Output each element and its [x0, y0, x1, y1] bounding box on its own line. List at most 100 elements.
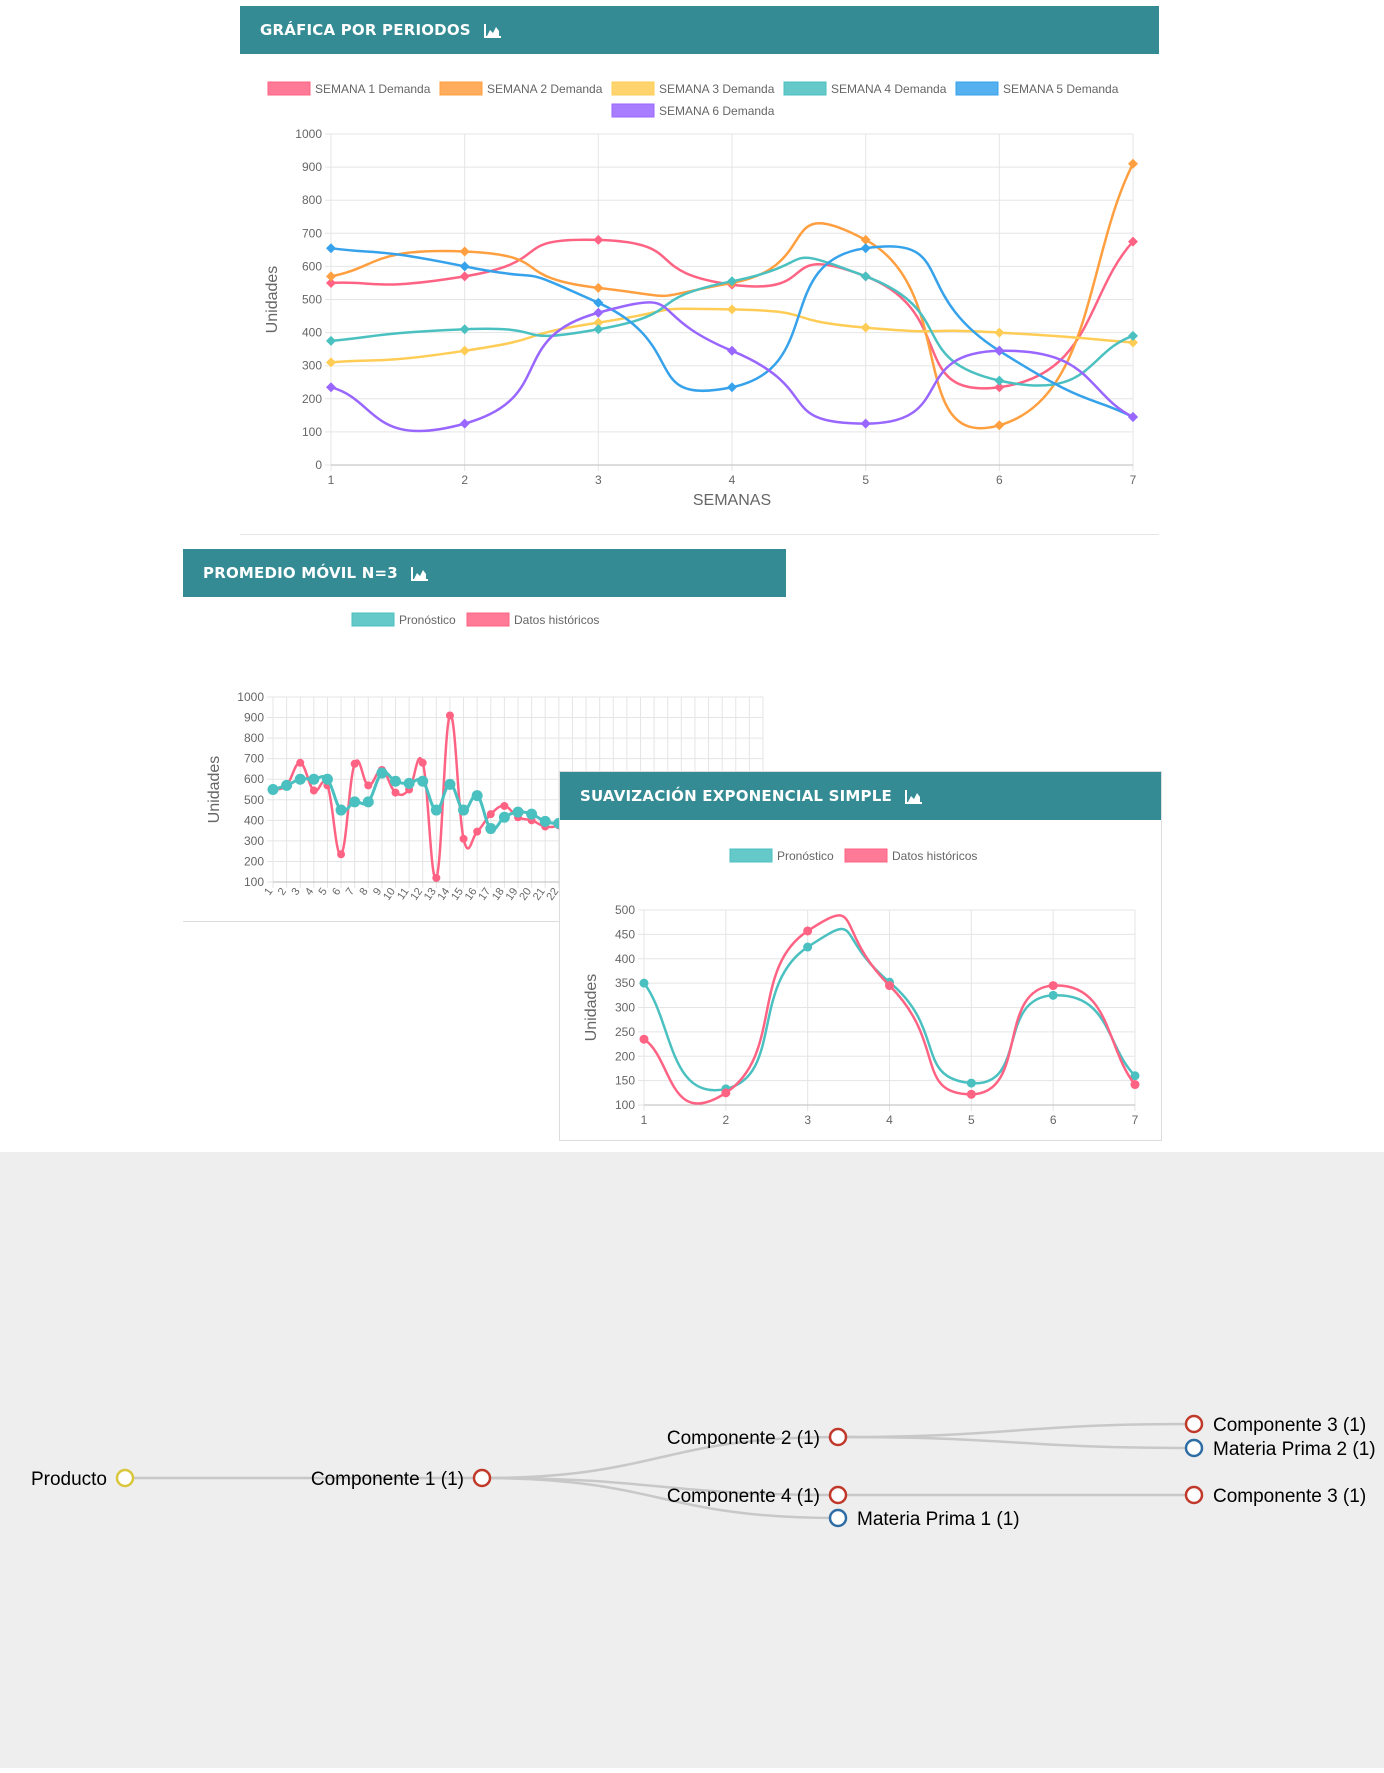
x-tick-label: 7: [1130, 473, 1137, 487]
legend-swatch: [611, 81, 655, 96]
data-point: [308, 773, 320, 785]
y-tick-label: 700: [302, 226, 322, 240]
y-tick-label: 700: [244, 752, 264, 766]
tree-link: [837, 1422, 1195, 1439]
chart-grid: 100 150 200 250 300 350 400 450 500 1 2 3 4 5 6 7: [615, 903, 1139, 1127]
x-tick-label: 5: [862, 473, 869, 487]
x-axis-title: DIAS: [871, 1138, 908, 1140]
legend-label: Pronóstico: [399, 613, 456, 627]
data-point: [459, 345, 470, 356]
node-label: Materia Prima 2 (1): [1213, 1439, 1376, 1460]
data-point: [326, 243, 336, 254]
movil-title: PROMEDIO MÓVIL N=3: [203, 564, 398, 582]
data-point: [727, 345, 737, 356]
data-point: [860, 322, 871, 333]
y-tick-label: 100: [244, 875, 264, 889]
data-point: [432, 873, 441, 882]
y-tick-label: 150: [615, 1074, 635, 1088]
data-point: [860, 243, 871, 254]
node-label: Componente 3 (1): [1213, 1415, 1366, 1436]
data-point: [966, 1078, 976, 1088]
suavizacion-panel: SUAVIZACIÓN EXPONENCIAL SIMPLE Pronóstic…: [559, 771, 1162, 1141]
data-point: [335, 804, 347, 816]
tree-node-c3b: Componente 3 (1): [1184, 1485, 1366, 1507]
tree-node-producto: Producto: [31, 1468, 135, 1490]
x-tick-label: 5: [968, 1113, 975, 1127]
y-tick-label: 800: [302, 193, 322, 207]
y-tick-label: 400: [244, 813, 264, 827]
data-point: [727, 382, 737, 393]
data-point: [860, 418, 871, 429]
node-circle-icon: [1184, 1414, 1204, 1434]
suavizacion-chart: Pronóstico Datos históricos 100 150 200 250 30…: [583, 848, 1140, 1140]
y-tick-label: 200: [615, 1049, 635, 1063]
periodos-panel: GRÁFICA POR PERIODOS SEMANA 1 Demanda SEM…: [240, 6, 1159, 535]
data-point: [350, 759, 359, 768]
x-tick-label: 4: [729, 473, 736, 487]
y-tick-label: 600: [244, 772, 264, 786]
data-point: [526, 808, 538, 820]
data-point: [994, 327, 1005, 338]
legend-swatch: [729, 848, 773, 863]
data-point: [1128, 412, 1138, 423]
x-tick-label: 3: [804, 1113, 811, 1127]
chart-legend: Pronóstico Datos históricos: [351, 612, 599, 627]
tree-node-c2: Componente 2 (1): [667, 1427, 848, 1449]
suavizacion-header: SUAVIZACIÓN EXPONENCIAL SIMPLE: [560, 772, 1161, 820]
data-point: [349, 796, 361, 808]
legend-label: SEMANA 5 Demanda: [1003, 82, 1119, 96]
node-circle-icon: [1184, 1438, 1204, 1458]
data-point: [309, 786, 318, 795]
data-point: [994, 420, 1005, 431]
data-point: [885, 981, 894, 991]
data-point: [430, 804, 442, 816]
y-tick-label: 0: [315, 458, 322, 472]
data-point: [391, 788, 400, 797]
tree-node-mp2: Materia Prima 2 (1): [1184, 1438, 1376, 1460]
data-point: [267, 784, 279, 795]
tree-node-mp1: Materia Prima 1 (1): [828, 1508, 1020, 1530]
x-tick-label: 4: [886, 1113, 893, 1127]
y-tick-label: 300: [615, 1001, 635, 1015]
data-point: [321, 773, 333, 785]
node-label: Componente 4 (1): [667, 1486, 820, 1507]
y-tick-label: 500: [244, 793, 264, 807]
y-tick-label: 500: [615, 903, 635, 917]
legend-label: SEMANA 1 Demanda: [315, 82, 431, 96]
data-point: [459, 418, 470, 429]
node-label: Componente 3 (1): [1213, 1486, 1366, 1507]
data-point: [417, 775, 429, 787]
y-tick-label: 100: [302, 425, 322, 439]
area-chart-icon: [411, 566, 429, 581]
periodos-title: GRÁFICA POR PERIODOS: [260, 21, 471, 39]
legend-swatch: [955, 81, 999, 96]
data-point: [593, 307, 604, 318]
data-point: [459, 261, 470, 272]
periodos-header: GRÁFICA POR PERIODOS: [240, 6, 1159, 54]
data-point: [376, 767, 388, 779]
y-tick-label: 400: [615, 952, 635, 966]
data-point: [459, 834, 468, 843]
node-label: Componente 2 (1): [667, 1428, 820, 1449]
legend-label: SEMANA 4 Demanda: [831, 82, 947, 96]
data-point: [294, 773, 306, 785]
bom-tree: Producto Componente 1 (1) Componente 2 (1)…: [0, 1152, 1384, 1768]
legend-swatch: [466, 612, 510, 627]
y-tick-label: 500: [302, 293, 322, 307]
x-tick-label: 6: [1050, 1113, 1057, 1127]
chart-grid: 0 100 200 300 400 500 600 700 800 900 1000 1 2 3 4 5 6 7: [295, 127, 1136, 487]
data-point: [512, 806, 524, 818]
data-point: [498, 811, 510, 823]
data-point: [281, 779, 293, 791]
y-tick-label: 1000: [237, 690, 264, 704]
data-point: [326, 382, 336, 393]
data-point: [326, 335, 336, 346]
data-point: [458, 804, 470, 816]
data-point: [296, 758, 305, 767]
legend-swatch: [351, 612, 395, 627]
y-tick-label: 300: [302, 359, 322, 373]
tree-node-c3a: Componente 3 (1): [1184, 1414, 1366, 1436]
data-point: [459, 246, 470, 257]
chart-legend: SEMANA 1 Demanda SEMANA 2 Demanda SEMANA 3…: [267, 81, 1119, 118]
data-point: [362, 796, 374, 808]
